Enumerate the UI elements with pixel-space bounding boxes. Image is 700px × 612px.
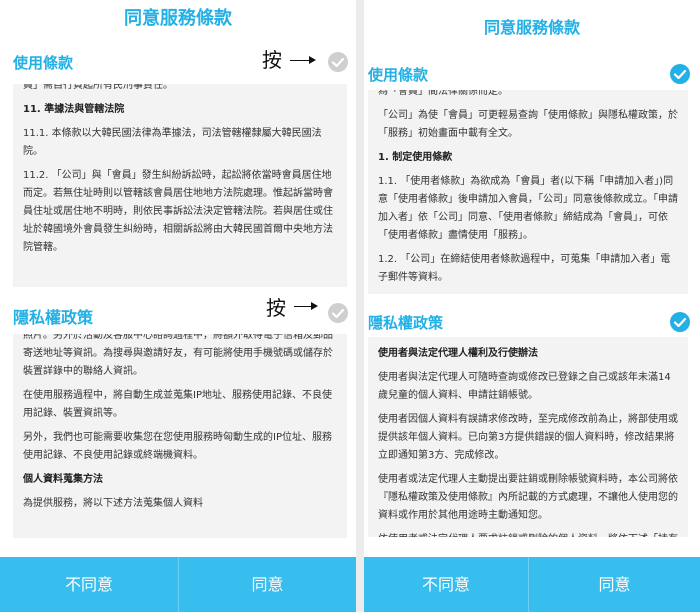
terms-text: 員」需自行負起所有民刑事責任。 11. 準據法與管轄法院 11.1. 本條款以大韓民… (23, 84, 337, 257)
agree-button[interactable]: 同意 (178, 557, 356, 612)
paragraph: 1.2. 「公司」在締結使用者條款過程中，可蒐集「申請加入者」電子郵件等資料。 (378, 254, 671, 283)
terms-content-box[interactable]: 為「會員」間法律關係而定。「公司」為使「會員」可更輕易查詢「使用條款」與隱私權政… (368, 90, 688, 294)
arrow-head-icon (309, 56, 316, 64)
paragraph: 為提供服務，將以下述方法蒐集個人資料 (23, 498, 203, 509)
right-screen: 同意服務條款 使用條款 為「會員」間法律關係而定。「公司」為使「會員」可更輕易查… (364, 0, 700, 612)
paragraph: 使用者與法定代理人可隨時查詢或修改已登錄之自己或該年未滿14歲兒童的個人資料、申… (378, 372, 671, 401)
handwritten-annotation: 按 (262, 48, 282, 72)
paragraph: 11.1. 本條款以大韓民國法律為準據法，司法管轄權隸屬大韓民國法院。 (23, 128, 322, 157)
paragraph: 依使用者或法定代理人要求註銷或刪除的個人資料，將依下述「持有個人資料及使用期間」… (378, 531, 678, 537)
section-heading: 1. 制定使用條款 (378, 152, 453, 163)
paragraph: 照片。另外於活動及客服中心諮詢過程中，將額外取得電子信箱及郵品寄送地址等資訊。為… (23, 334, 333, 377)
check-circle-icon[interactable] (670, 64, 690, 84)
screen-divider (356, 0, 364, 612)
paragraph: 為「會員」間法律關係而定。 (378, 90, 508, 97)
check-circle-icon[interactable] (670, 312, 690, 332)
page-title: 同意服務條款 (483, 18, 580, 37)
terms-label: 使用條款 (368, 66, 429, 84)
section-heading: 個人資料蒐集方法 (23, 474, 103, 485)
privacy-text: 照片。另外於活動及客服中心諮詢過程中，將額外取得電子信箱及郵品寄送地址等資訊。為… (23, 334, 337, 513)
paragraph: 另外，我們也可能需要收集您在您使用服務時匈動生成的IP位址、服務使用記錄、不良使… (23, 432, 332, 461)
terms-label: 使用條款 (13, 54, 74, 72)
app-screenshot: 同意服務條款 使用條款 按 員」需自行負起所有民刑事責任。 11. 準據法與管轄法… (0, 0, 700, 612)
paragraph: 使用者因個人資料有誤請求修改時，至完成修改前為止，將部使用或提供該年個人資料。已… (378, 414, 678, 461)
disagree-button[interactable]: 不同意 (0, 557, 178, 612)
left-screen: 同意服務條款 使用條款 按 員」需自行負起所有民刑事責任。 11. 準據法與管轄法… (0, 0, 356, 612)
privacy-text: 使用者與法定代理人權利及行使辦法使用者與法定代理人可隨時查詢或修改已登錄之自己或… (378, 345, 678, 537)
paragraph: 11.2. 「公司」與「會員」發生糾紛訴訟時，起訟將依當時會員居住地而定。若無住… (23, 170, 333, 253)
section-heading: 使用者與法定代理人權利及行使辦法 (378, 348, 538, 359)
privacy-label: 隱私權政策 (368, 314, 444, 332)
check-circle-grey-icon[interactable] (328, 52, 348, 72)
arrow-head-icon (311, 302, 318, 310)
paragraph: 1.1. 「使用者條款」為欲成為「會員」者(以下稱「申請加入者」)同意「使用者條… (378, 176, 678, 241)
section-heading: 11. 準據法與管轄法院 (23, 104, 125, 115)
privacy-section-header[interactable]: 隱私權政策 (364, 302, 700, 342)
paragraph: 員」需自行負起所有民刑事責任。 (23, 84, 173, 91)
privacy-content-box[interactable]: 照片。另外於活動及客服中心諮詢過程中，將額外取得電子信箱及郵品寄送地址等資訊。為… (13, 334, 347, 538)
privacy-label: 隱私權政策 (13, 308, 94, 327)
privacy-content-box[interactable]: 使用者與法定代理人權利及行使辦法使用者與法定代理人可隨時查詢或修改已登錄之自己或… (368, 337, 688, 537)
check-circle-grey-icon[interactable] (328, 303, 348, 323)
agree-button[interactable]: 同意 (528, 557, 700, 612)
terms-text: 為「會員」間法律關係而定。「公司」為使「會員」可更輕易查詢「使用條款」與隱私權政… (378, 90, 678, 287)
page-title: 同意服務條款 (124, 8, 232, 29)
terms-section-header[interactable]: 使用條款 (0, 44, 356, 84)
paragraph: 使用者或法定代理人主動提出要註銷或刪除帳號資料時，本公司將依『隱私權政策及使用條… (378, 474, 678, 521)
privacy-section-header[interactable]: 隱私權政策 (0, 298, 356, 338)
disagree-button[interactable]: 不同意 (364, 557, 528, 612)
terms-content-box[interactable]: 員」需自行負起所有民刑事責任。 11. 準據法與管轄法院 11.1. 本條款以大韓民… (13, 84, 347, 287)
paragraph: 「公司」為使「會員」可更輕易查詢「使用條款」與隱私權政策，於「服務」初始畫面中載… (378, 110, 678, 139)
paragraph: 在使用服務過程中，將自動生成並蒐集IP地址、服務使用記錄、不良使用記錄、裝置資訊… (23, 390, 332, 419)
handwritten-annotation: 按 (266, 296, 286, 320)
